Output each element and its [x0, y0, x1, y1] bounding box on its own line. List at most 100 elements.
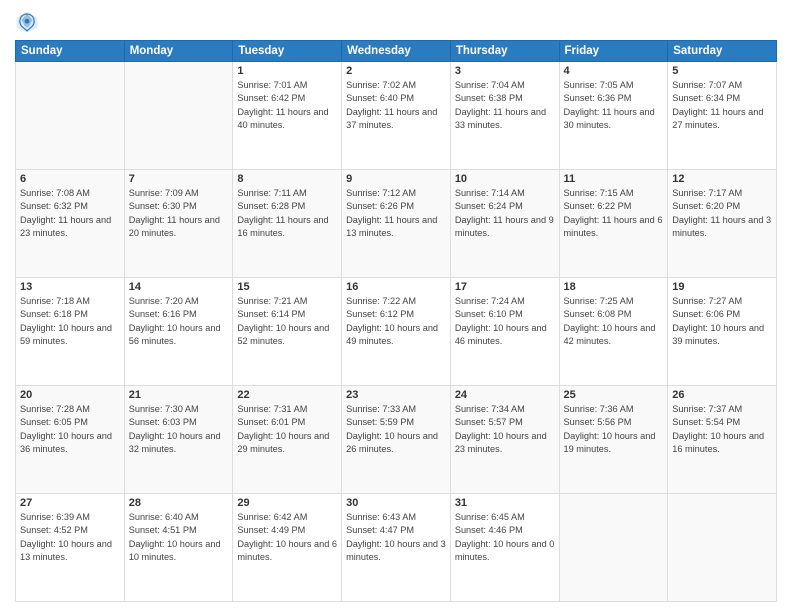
day-info: Sunrise: 6:45 AM Sunset: 4:46 PM Dayligh…: [455, 511, 555, 564]
day-number: 13: [20, 281, 120, 293]
sunrise-text: Sunrise: 7:05 AM: [564, 79, 664, 92]
sunset-text: Sunset: 6:18 PM: [20, 308, 120, 321]
sunset-text: Sunset: 6:28 PM: [237, 200, 337, 213]
day-info: Sunrise: 6:40 AM Sunset: 4:51 PM Dayligh…: [129, 511, 229, 564]
day-number: 25: [564, 389, 664, 401]
sunrise-text: Sunrise: 7:21 AM: [237, 295, 337, 308]
sunset-text: Sunset: 6:12 PM: [346, 308, 446, 321]
calendar-body: 1 Sunrise: 7:01 AM Sunset: 6:42 PM Dayli…: [16, 62, 777, 602]
calendar-day-cell: 9 Sunrise: 7:12 AM Sunset: 6:26 PM Dayli…: [342, 170, 451, 278]
day-info: Sunrise: 7:07 AM Sunset: 6:34 PM Dayligh…: [672, 79, 772, 132]
day-number: 21: [129, 389, 229, 401]
sunrise-text: Sunrise: 7:28 AM: [20, 403, 120, 416]
day-number: 31: [455, 497, 555, 509]
calendar-day-cell: 13 Sunrise: 7:18 AM Sunset: 6:18 PM Dayl…: [16, 278, 125, 386]
day-info: Sunrise: 7:34 AM Sunset: 5:57 PM Dayligh…: [455, 403, 555, 456]
sunrise-text: Sunrise: 7:24 AM: [455, 295, 555, 308]
day-number: 29: [237, 497, 337, 509]
day-info: Sunrise: 7:36 AM Sunset: 5:56 PM Dayligh…: [564, 403, 664, 456]
calendar-week-row: 13 Sunrise: 7:18 AM Sunset: 6:18 PM Dayl…: [16, 278, 777, 386]
day-info: Sunrise: 7:05 AM Sunset: 6:36 PM Dayligh…: [564, 79, 664, 132]
calendar-day-cell: 3 Sunrise: 7:04 AM Sunset: 6:38 PM Dayli…: [450, 62, 559, 170]
daylight-text: Daylight: 11 hours and 23 minutes.: [20, 214, 120, 241]
calendar-week-row: 6 Sunrise: 7:08 AM Sunset: 6:32 PM Dayli…: [16, 170, 777, 278]
sunset-text: Sunset: 5:59 PM: [346, 416, 446, 429]
weekday-header: Thursday: [450, 41, 559, 62]
sunrise-text: Sunrise: 7:17 AM: [672, 187, 772, 200]
sunrise-text: Sunrise: 7:27 AM: [672, 295, 772, 308]
sunrise-text: Sunrise: 7:22 AM: [346, 295, 446, 308]
day-number: 18: [564, 281, 664, 293]
daylight-text: Daylight: 11 hours and 40 minutes.: [237, 106, 337, 133]
daylight-text: Daylight: 11 hours and 30 minutes.: [564, 106, 664, 133]
calendar-day-cell: 7 Sunrise: 7:09 AM Sunset: 6:30 PM Dayli…: [124, 170, 233, 278]
daylight-text: Daylight: 10 hours and 32 minutes.: [129, 430, 229, 457]
daylight-text: Daylight: 10 hours and 29 minutes.: [237, 430, 337, 457]
sunset-text: Sunset: 6:16 PM: [129, 308, 229, 321]
sunrise-text: Sunrise: 7:25 AM: [564, 295, 664, 308]
daylight-text: Daylight: 10 hours and 0 minutes.: [455, 538, 555, 565]
header: [15, 10, 777, 34]
day-number: 10: [455, 173, 555, 185]
sunset-text: Sunset: 6:06 PM: [672, 308, 772, 321]
day-info: Sunrise: 7:15 AM Sunset: 6:22 PM Dayligh…: [564, 187, 664, 240]
day-number: 11: [564, 173, 664, 185]
weekday-header: Sunday: [16, 41, 125, 62]
day-number: 4: [564, 65, 664, 77]
daylight-text: Daylight: 11 hours and 16 minutes.: [237, 214, 337, 241]
day-number: 30: [346, 497, 446, 509]
weekday-header: Monday: [124, 41, 233, 62]
sunset-text: Sunset: 4:46 PM: [455, 524, 555, 537]
day-info: Sunrise: 7:18 AM Sunset: 6:18 PM Dayligh…: [20, 295, 120, 348]
day-number: 19: [672, 281, 772, 293]
daylight-text: Daylight: 11 hours and 37 minutes.: [346, 106, 446, 133]
sunset-text: Sunset: 5:57 PM: [455, 416, 555, 429]
daylight-text: Daylight: 10 hours and 23 minutes.: [455, 430, 555, 457]
calendar-day-cell: 21 Sunrise: 7:30 AM Sunset: 6:03 PM Dayl…: [124, 386, 233, 494]
sunrise-text: Sunrise: 6:45 AM: [455, 511, 555, 524]
calendar-day-cell: [668, 494, 777, 602]
day-info: Sunrise: 7:27 AM Sunset: 6:06 PM Dayligh…: [672, 295, 772, 348]
day-number: 20: [20, 389, 120, 401]
logo-icon: [15, 10, 39, 34]
daylight-text: Daylight: 10 hours and 52 minutes.: [237, 322, 337, 349]
day-info: Sunrise: 6:43 AM Sunset: 4:47 PM Dayligh…: [346, 511, 446, 564]
sunrise-text: Sunrise: 7:37 AM: [672, 403, 772, 416]
day-number: 6: [20, 173, 120, 185]
sunrise-text: Sunrise: 6:43 AM: [346, 511, 446, 524]
day-number: 1: [237, 65, 337, 77]
calendar-day-cell: 18 Sunrise: 7:25 AM Sunset: 6:08 PM Dayl…: [559, 278, 668, 386]
daylight-text: Daylight: 10 hours and 56 minutes.: [129, 322, 229, 349]
daylight-text: Daylight: 10 hours and 3 minutes.: [346, 538, 446, 565]
day-info: Sunrise: 7:24 AM Sunset: 6:10 PM Dayligh…: [455, 295, 555, 348]
sunrise-text: Sunrise: 7:09 AM: [129, 187, 229, 200]
day-number: 8: [237, 173, 337, 185]
sunrise-text: Sunrise: 7:02 AM: [346, 79, 446, 92]
sunset-text: Sunset: 6:26 PM: [346, 200, 446, 213]
day-number: 26: [672, 389, 772, 401]
sunrise-text: Sunrise: 7:30 AM: [129, 403, 229, 416]
daylight-text: Daylight: 11 hours and 33 minutes.: [455, 106, 555, 133]
day-info: Sunrise: 7:02 AM Sunset: 6:40 PM Dayligh…: [346, 79, 446, 132]
daylight-text: Daylight: 10 hours and 16 minutes.: [672, 430, 772, 457]
calendar-day-cell: 14 Sunrise: 7:20 AM Sunset: 6:16 PM Dayl…: [124, 278, 233, 386]
sunset-text: Sunset: 6:32 PM: [20, 200, 120, 213]
calendar-day-cell: 5 Sunrise: 7:07 AM Sunset: 6:34 PM Dayli…: [668, 62, 777, 170]
day-number: 3: [455, 65, 555, 77]
calendar-day-cell: 23 Sunrise: 7:33 AM Sunset: 5:59 PM Dayl…: [342, 386, 451, 494]
calendar-day-cell: 24 Sunrise: 7:34 AM Sunset: 5:57 PM Dayl…: [450, 386, 559, 494]
daylight-text: Daylight: 10 hours and 36 minutes.: [20, 430, 120, 457]
day-number: 22: [237, 389, 337, 401]
sunset-text: Sunset: 6:20 PM: [672, 200, 772, 213]
day-info: Sunrise: 7:08 AM Sunset: 6:32 PM Dayligh…: [20, 187, 120, 240]
sunset-text: Sunset: 6:08 PM: [564, 308, 664, 321]
sunset-text: Sunset: 6:10 PM: [455, 308, 555, 321]
calendar-day-cell: 8 Sunrise: 7:11 AM Sunset: 6:28 PM Dayli…: [233, 170, 342, 278]
calendar-day-cell: 4 Sunrise: 7:05 AM Sunset: 6:36 PM Dayli…: [559, 62, 668, 170]
sunrise-text: Sunrise: 6:39 AM: [20, 511, 120, 524]
daylight-text: Daylight: 11 hours and 13 minutes.: [346, 214, 446, 241]
day-number: 5: [672, 65, 772, 77]
daylight-text: Daylight: 10 hours and 13 minutes.: [20, 538, 120, 565]
calendar-day-cell: 2 Sunrise: 7:02 AM Sunset: 6:40 PM Dayli…: [342, 62, 451, 170]
sunset-text: Sunset: 6:38 PM: [455, 92, 555, 105]
